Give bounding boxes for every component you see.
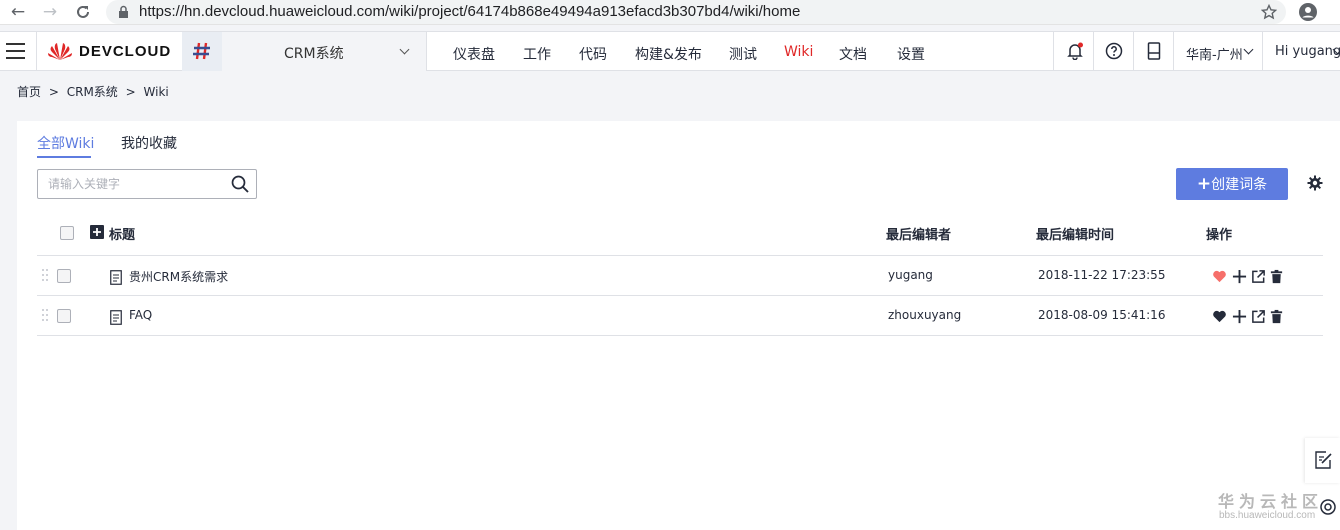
open-external-icon[interactable] [1251, 309, 1266, 324]
plus-icon: + [1196, 174, 1212, 194]
watermark-url: bbs.huaweicloud.com [1219, 510, 1316, 521]
column-header-actions: 操作 [1206, 228, 1233, 243]
breadcrumb-home[interactable]: 首页 [17, 85, 41, 99]
nav-build-release[interactable]: 构建&发布 [635, 44, 702, 64]
lock-icon [119, 5, 128, 18]
document-icon [110, 310, 122, 325]
mobile-icon [1147, 42, 1161, 60]
region-label: 华南-广州 [1186, 48, 1243, 63]
watermark-title: 华为云社区 [1218, 492, 1324, 511]
favorite-heart-icon[interactable] [1212, 309, 1227, 324]
nav-dashboard[interactable]: 仪表盘 [453, 44, 495, 64]
help-button[interactable] [1093, 32, 1133, 71]
project-selector[interactable]: CRM系统 [222, 32, 427, 71]
nav-code[interactable]: 代码 [579, 44, 607, 64]
column-header-time[interactable]: 最后编辑时间 [1036, 224, 1114, 243]
expand-all-icon[interactable] [90, 225, 104, 239]
document-icon [110, 270, 122, 285]
chevron-down-icon [1243, 44, 1254, 55]
create-entry-label: 创建词条 [1211, 177, 1268, 193]
user-menu[interactable]: Hi yugang [1262, 32, 1340, 71]
mobile-app-button[interactable] [1133, 32, 1173, 71]
row-editor: zhouxuyang [888, 308, 962, 322]
project-name: CRM系统 [284, 46, 344, 62]
table-divider [37, 335, 1323, 336]
active-tab-indicator [37, 156, 91, 158]
column-header-editor[interactable]: 最后编辑者 [886, 224, 951, 243]
logo[interactable]: DEVCLOUD [36, 32, 182, 71]
breadcrumb-current: Wiki [143, 85, 169, 99]
hamburger-menu-icon[interactable] [6, 43, 25, 59]
add-child-icon[interactable] [1232, 309, 1247, 324]
tab-all-wiki[interactable]: 全部Wiki [37, 133, 94, 153]
notification-button[interactable] [1053, 32, 1093, 71]
tab-my-favorites[interactable]: 我的收藏 [121, 133, 177, 153]
nav-docs[interactable]: 文档 [839, 44, 867, 64]
gear-icon[interactable] [1307, 175, 1323, 191]
forward-arrow-icon[interactable]: → [40, 2, 60, 22]
nav-work[interactable]: 工作 [523, 44, 551, 64]
row-time: 2018-08-09 15:41:16 [1038, 308, 1166, 322]
column-header-title[interactable]: 标题 [109, 224, 135, 243]
breadcrumb-separator: > [48, 85, 59, 99]
nav-settings[interactable]: 设置 [897, 44, 925, 64]
app-header: DEVCLOUD CRM系统 仪表盘 工作 代码 构建&发布 测试 Wiki 文… [0, 31, 1340, 71]
table-row[interactable]: FAQ zhouxuyang 2018-08-09 15:41:16 [17, 296, 1340, 336]
bell-icon [1067, 42, 1083, 60]
bookmark-star-icon[interactable] [1261, 4, 1277, 20]
drag-handle-icon[interactable] [41, 308, 49, 322]
search-icon[interactable] [231, 175, 249, 193]
row-title[interactable]: FAQ [129, 308, 152, 322]
row-checkbox[interactable] [57, 309, 71, 323]
reload-icon[interactable] [73, 2, 93, 22]
browser-address-bar: ← → https://hn.devcloud.huaweicloud.com/… [0, 0, 1340, 25]
row-title[interactable]: 贵州CRM系统需求 [129, 268, 228, 285]
edit-note-icon [1315, 451, 1332, 469]
row-editor: yugang [888, 268, 933, 282]
back-arrow-icon[interactable]: ← [8, 2, 28, 22]
favorite-heart-icon[interactable] [1212, 269, 1227, 284]
search-box [37, 169, 257, 199]
help-icon [1105, 42, 1123, 60]
user-greeting: Hi yugang [1275, 44, 1340, 59]
url-text: https://hn.devcloud.huaweicloud.com/wiki… [139, 3, 801, 20]
chevron-down-icon [399, 44, 410, 55]
trash-icon[interactable] [1269, 309, 1284, 324]
add-child-icon[interactable] [1232, 269, 1247, 284]
nav-wiki[interactable]: Wiki [784, 44, 813, 60]
breadcrumb-separator: > [125, 85, 136, 99]
nav-test[interactable]: 测试 [729, 44, 757, 64]
trash-icon[interactable] [1269, 269, 1284, 284]
breadcrumb-project[interactable]: CRM系统 [67, 85, 118, 99]
breadcrumb: 首页 > CRM系统 > Wiki [17, 83, 173, 100]
open-external-icon[interactable] [1251, 269, 1266, 284]
create-entry-button[interactable]: +创建词条 [1176, 168, 1288, 200]
feedback-widget[interactable] [1305, 438, 1340, 483]
drag-handle-icon[interactable] [41, 268, 49, 282]
huawei-logo-icon [48, 43, 72, 60]
region-selector[interactable]: 华南-广州 [1173, 32, 1262, 71]
profile-icon[interactable] [1299, 3, 1317, 21]
table-row[interactable]: 贵州CRM系统需求 yugang 2018-11-22 17:23:55 [17, 256, 1340, 296]
search-input[interactable] [38, 170, 228, 198]
project-hash-icon[interactable] [182, 32, 222, 71]
row-time: 2018-11-22 17:23:55 [1038, 268, 1166, 282]
select-all-checkbox[interactable] [60, 226, 74, 240]
wiki-panel: 全部Wiki 我的收藏 +创建词条 标题 最后编辑者 最后编辑时间 操作 [17, 121, 1340, 530]
row-checkbox[interactable] [57, 269, 71, 283]
logo-text: DEVCLOUD [79, 43, 172, 60]
